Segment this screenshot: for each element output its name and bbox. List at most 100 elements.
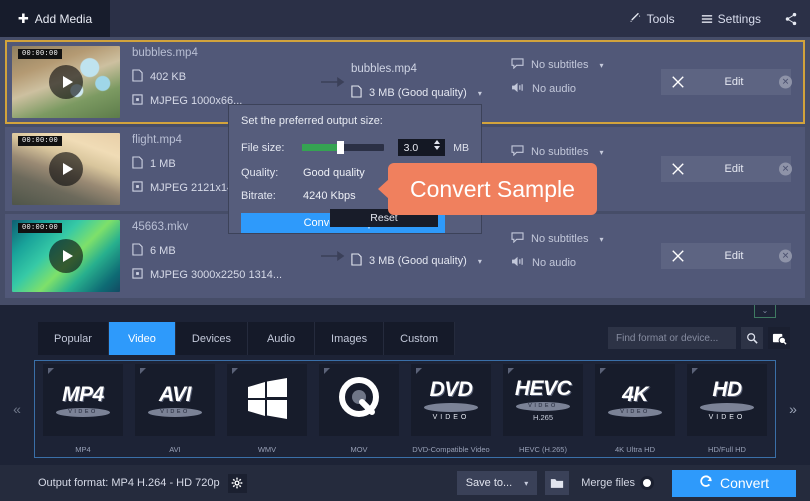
edit-button[interactable]: Edit — [661, 156, 791, 182]
format-logo-hevc: HEVC VIDEO H.265 — [503, 364, 583, 436]
tab-audio[interactable]: Audio — [248, 322, 316, 355]
play-icon[interactable] — [49, 152, 83, 186]
bitrate-label: Bitrate: — [241, 190, 276, 202]
gear-icon[interactable] — [227, 473, 247, 493]
subtitles-row[interactable]: No subtitles ▾ — [511, 232, 661, 246]
audio-row[interactable]: No audio — [511, 82, 661, 96]
hevc-logo-icon: HEVC VIDEO H.265 — [515, 378, 572, 422]
edit-label: Edit — [724, 76, 744, 88]
convert-button[interactable]: Convert — [672, 469, 796, 497]
tools-button[interactable]: Tools — [616, 0, 688, 37]
file-size-stepper[interactable]: 3.0 — [397, 139, 446, 156]
add-media-label: Add Media — [34, 11, 93, 26]
file-size-slider[interactable] — [302, 141, 384, 154]
stepper-arrows[interactable] — [434, 140, 441, 150]
source-file-size-row: 402 KB — [132, 69, 317, 85]
audio-label: No audio — [532, 257, 577, 269]
format-card-label: 4K Ultra HD — [614, 445, 655, 454]
play-icon[interactable] — [49, 239, 83, 273]
chevron-down-icon[interactable]: ▾ — [478, 89, 482, 98]
timecode-label: 00:00:00 — [18, 49, 63, 59]
video-thumbnail[interactable]: 00:00:00 — [12, 133, 120, 205]
format-card-label: WMV — [257, 445, 277, 454]
convert-sample-callout: Convert Sample — [388, 163, 597, 215]
slider-handle[interactable] — [337, 141, 345, 154]
remove-file-button[interactable]: ✕ — [779, 75, 792, 89]
convert-label: Convert — [719, 475, 770, 491]
format-logo-mp4: MP4 VIDEO — [43, 364, 123, 436]
edit-button[interactable]: Edit — [661, 243, 791, 269]
chevron-down-icon[interactable]: ▾ — [599, 61, 603, 70]
chevron-down-icon[interactable]: ▾ — [524, 479, 528, 488]
tab-devices[interactable]: Devices — [175, 322, 249, 355]
merge-files-toggle[interactable]: Merge files — [581, 476, 654, 490]
collapse-panel-button[interactable]: ⌄ — [754, 305, 776, 318]
format-card-4k[interactable]: 4K VIDEO 4K Ultra HD — [589, 362, 681, 456]
stepper-up-icon[interactable] — [434, 140, 441, 144]
format-card-wmv[interactable]: WMV — [221, 362, 313, 456]
save-to-button[interactable]: Save to... ▾ — [456, 471, 538, 495]
source-file-size: 402 KB — [150, 71, 187, 83]
format-card-label: DVD-Compatible Video — [412, 445, 490, 454]
audio-row[interactable]: No audio — [511, 256, 661, 270]
chevron-down-icon[interactable]: ▾ — [599, 235, 603, 244]
find-device-icon[interactable] — [768, 327, 790, 349]
format-card-mov[interactable]: MOV — [313, 362, 405, 456]
play-icon[interactable] — [49, 65, 83, 99]
toggle-switch[interactable] — [640, 476, 654, 490]
output-size-row[interactable]: 3 MB (Good quality) ▾ — [351, 253, 511, 269]
format-card-avi[interactable]: AVI VIDEO AVI — [129, 362, 221, 456]
format-card-hd[interactable]: HD VIDEO HD/Full HD — [681, 362, 773, 456]
mute-icon — [511, 256, 525, 270]
subtitle-icon — [511, 145, 524, 159]
browse-folder-button[interactable] — [545, 471, 570, 495]
format-cards[interactable]: MP4 VIDEO MP4 AVI VIDEO AVI WMV MOV DVD … — [34, 360, 776, 458]
scissors-icon — [661, 249, 695, 263]
output-size: 3 MB (Good quality) — [369, 87, 467, 99]
format-card-hevc[interactable]: HEVC VIDEO H.265 HEVC (H.265) — [497, 362, 589, 456]
file-icon — [132, 243, 143, 259]
output-size: 3 MB (Good quality) — [369, 255, 467, 267]
output-size-row[interactable]: 3 MB (Good quality) ▾ — [351, 85, 511, 101]
format-logo-dvd: DVD VIDEO — [411, 364, 491, 436]
scroll-right-button[interactable]: » — [780, 363, 806, 455]
edit-button[interactable]: Edit — [661, 69, 791, 95]
file-size-label: File size: — [241, 141, 285, 154]
timecode-label: 00:00:00 — [18, 223, 63, 233]
format-card-label: MOV — [350, 445, 368, 454]
source-file-size: 1 MB — [150, 158, 176, 170]
video-thumbnail[interactable]: 00:00:00 — [12, 220, 120, 292]
subtitle-icon — [511, 232, 524, 246]
mp4-logo-icon: MP4 VIDEO — [56, 384, 110, 417]
tab-video[interactable]: Video — [108, 322, 176, 355]
output-file-name: bubbles.mp4 — [351, 63, 417, 75]
format-card-mp4[interactable]: MP4 VIDEO MP4 — [37, 362, 129, 456]
add-media-button[interactable]: ✚ Add Media — [0, 0, 110, 37]
subtitles-row[interactable]: No subtitles ▾ — [511, 58, 661, 72]
share-button[interactable] — [774, 0, 810, 37]
scroll-left-button[interactable]: « — [4, 363, 30, 455]
subtitles-row[interactable]: No subtitles ▾ — [511, 145, 661, 159]
video-thumbnail[interactable]: 00:00:00 — [12, 46, 120, 118]
chevron-down-icon[interactable]: ▾ — [599, 148, 603, 157]
source-format-row: MJPEG 3000x2250 1314... — [132, 268, 317, 282]
top-toolbar: ✚ Add Media Tools Settings — [0, 0, 810, 37]
plus-icon: ✚ — [17, 11, 29, 26]
remove-file-button[interactable]: ✕ — [779, 162, 792, 176]
stepper-down-icon[interactable] — [434, 146, 441, 150]
tab-custom[interactable]: Custom — [384, 322, 456, 355]
refresh-icon — [699, 474, 713, 492]
remove-file-button[interactable]: ✕ — [779, 249, 792, 263]
tools-label: Tools — [646, 11, 675, 26]
chevron-down-icon[interactable]: ▾ — [478, 257, 482, 266]
settings-button[interactable]: Settings — [688, 0, 774, 37]
format-card-label: MP4 — [75, 445, 91, 454]
format-card-label: AVI — [169, 445, 181, 454]
windows-logo-icon — [244, 378, 290, 422]
tab-popular[interactable]: Popular — [38, 322, 109, 355]
search-input[interactable] — [608, 327, 736, 349]
search-button[interactable] — [741, 327, 763, 349]
format-card-dvd[interactable]: DVD VIDEO DVD-Compatible Video — [405, 362, 497, 456]
tab-images[interactable]: Images — [315, 322, 385, 355]
output-format-status: Output format: MP4 H.264 - HD 720p — [38, 473, 247, 493]
